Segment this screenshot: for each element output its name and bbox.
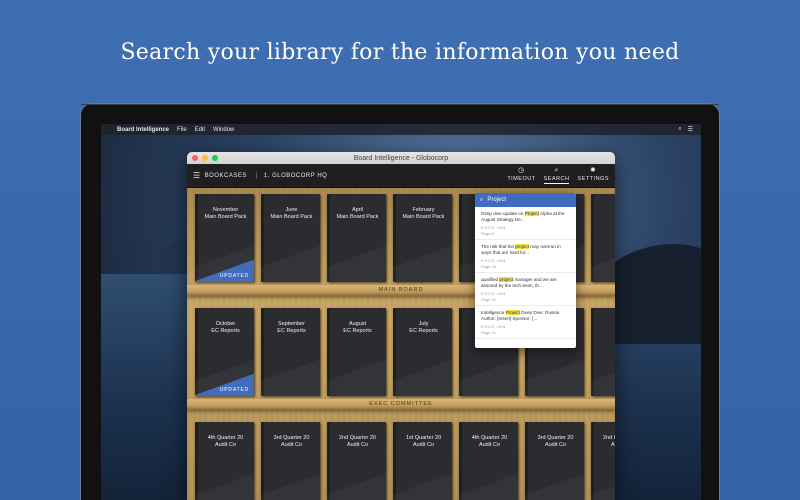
search-result-item[interactable]: Intelligence Project Deep Dive: Russia A… <box>475 306 576 339</box>
book-title: July EC Reports <box>409 321 438 334</box>
search-match-highlight: Project <box>524 211 539 216</box>
book-pack[interactable]: April Main Board Pack <box>327 194 386 282</box>
result-page: Page 19 <box>481 264 496 269</box>
shelf-label: EXEC COMMITTEE <box>187 399 615 410</box>
result-page: Page 21 <box>481 330 496 335</box>
result-source: EXCO JAN <box>481 258 506 263</box>
result-source: EXCO JAN <box>481 291 506 296</box>
book-title: April Main Board Pack <box>336 207 379 220</box>
gear-icon: ✹ <box>590 167 597 174</box>
search-match-highlight: Project <box>505 310 520 315</box>
book-title: November Main Board Pack <box>204 207 247 220</box>
book-pack[interactable] <box>591 194 615 282</box>
book-pack[interactable]: 2nd Quarter 20 Audit Co <box>591 422 615 500</box>
book-title: June Main Board Pack <box>270 207 313 220</box>
book-pack[interactable]: October EC Reports UPDATED <box>195 308 254 396</box>
breadcrumb-separator: | <box>255 172 258 179</box>
menu-icon[interactable]: ☰ <box>193 171 201 180</box>
settings-button[interactable]: ✹ SETTINGS <box>577 167 609 184</box>
updated-badge: UPDATED <box>219 273 249 279</box>
book-title: 1st Quarter 20 Audit Co <box>405 435 442 448</box>
book-title: October EC Reports <box>211 321 240 334</box>
search-query[interactable]: Project <box>487 197 506 203</box>
laptop-frame: Board Intelligence File Edit Window ⌕ ☰ … <box>80 103 720 500</box>
timeout-button[interactable]: ◷ TIMEOUT <box>507 167 535 184</box>
book-pack[interactable]: 3rd Quarter 20 Audit Co <box>525 422 584 500</box>
book-pack[interactable]: July EC Reports <box>393 308 452 396</box>
book-title: 4th Quarter 20 Audit Co <box>471 435 508 448</box>
book-pack[interactable]: 4th Quarter 20 Audit Co <box>195 422 254 500</box>
search-match-highlight: project <box>515 244 530 249</box>
search-icon: ⌕ <box>554 167 559 174</box>
search-button[interactable]: ⌕ SEARCH <box>543 167 570 184</box>
updated-ribbon <box>195 260 254 282</box>
book-title: August EC Reports <box>343 321 372 334</box>
book-title: 3rd Quarter 20 Audit Co <box>273 435 310 448</box>
mac-menubar: Board Intelligence File Edit Window ⌕ ☰ <box>101 124 701 135</box>
result-page: Page 6 <box>481 231 494 236</box>
book-title: 3rd Quarter 20 Audit Co <box>537 435 574 448</box>
result-source: EXCO JAN <box>481 225 506 230</box>
search-match-highlight: project <box>499 277 514 282</box>
book-pack[interactable] <box>591 308 615 396</box>
search-popover: ⌕ Project Deep dive update on Project Al… <box>475 193 576 348</box>
search-result-item[interactable]: qualified project manager and we are ass… <box>475 273 576 306</box>
search-result-item[interactable]: Deep dive update on Project Alpha at the… <box>475 207 576 240</box>
breadcrumb-bookcases[interactable]: BOOKCASES <box>205 173 247 179</box>
window-titlebar: Board Intelligence - Globocorp <box>187 152 615 164</box>
book-pack[interactable]: November Main Board Pack UPDATED <box>195 194 254 282</box>
result-page: Page 19 <box>481 297 496 302</box>
result-source: EXCO JAN <box>481 324 506 329</box>
menu-edit[interactable]: Edit <box>195 127 205 133</box>
search-results: Deep dive update on Project Alpha at the… <box>475 207 576 339</box>
menu-file[interactable]: File <box>177 127 187 133</box>
book-title: 4th Quarter 20 Audit Co <box>207 435 244 448</box>
book-title: September EC Reports <box>277 321 306 334</box>
updated-ribbon <box>195 374 254 396</box>
app-toolbar: ☰ BOOKCASES | 1. GLOBOCORP HQ ◷ TIMEOUT … <box>187 164 615 188</box>
book-title: 2nd Quarter 20 Audit Co <box>339 435 376 448</box>
control-center-icon[interactable]: ☰ <box>688 126 693 133</box>
updated-badge: UPDATED <box>219 387 249 393</box>
book-pack[interactable]: June Main Board Pack <box>261 194 320 282</box>
spotlight-icon[interactable]: ⌕ <box>678 126 681 133</box>
search-field[interactable]: ⌕ Project <box>475 193 576 207</box>
desktop-screen: Board Intelligence File Edit Window ⌕ ☰ … <box>101 124 701 500</box>
book-pack[interactable]: 4th Quarter 20 Audit Co <box>459 422 518 500</box>
book-pack[interactable]: 2nd Quarter 20 Audit Co <box>327 422 386 500</box>
breadcrumb-current: 1. GLOBOCORP HQ <box>263 172 328 179</box>
timer-icon: ◷ <box>518 167 525 174</box>
book-pack[interactable]: 3rd Quarter 20 Audit Co <box>261 422 320 500</box>
book-pack[interactable]: September EC Reports <box>261 308 320 396</box>
headline: Search your library for the information … <box>120 40 680 65</box>
book-pack[interactable]: August EC Reports <box>327 308 386 396</box>
menu-app-name[interactable]: Board Intelligence <box>117 127 169 133</box>
shelf-row: 4th Quarter 20 Audit Co 3rd Quarter 20 Au… <box>187 420 615 500</box>
book-pack[interactable]: February Main Board Pack <box>393 194 452 282</box>
search-icon: ⌕ <box>480 196 484 203</box>
window-title: Board Intelligence - Globocorp <box>353 154 449 162</box>
book-pack[interactable]: 1st Quarter 20 Audit Co <box>393 422 452 500</box>
book-title: 2nd Quarter 20 Audit Co <box>603 435 615 448</box>
search-result-item[interactable]: The risk that the project may overrun in… <box>475 240 576 273</box>
book-title: February Main Board Pack <box>402 207 445 220</box>
menu-window[interactable]: Window <box>213 127 234 133</box>
app-window: Board Intelligence - Globocorp ☰ BOOKCAS… <box>187 152 615 500</box>
